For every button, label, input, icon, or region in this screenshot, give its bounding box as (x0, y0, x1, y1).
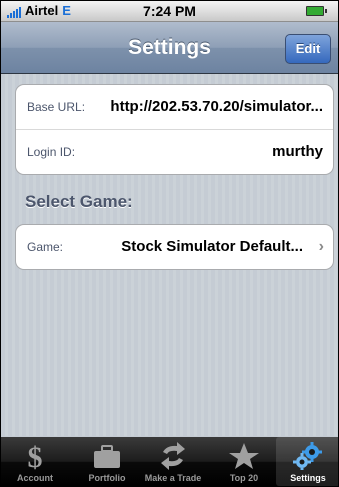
trade-arrows-icon (161, 442, 185, 470)
login-id-label: Login ID: (27, 145, 76, 159)
base-url-value: http://202.53.70.20/simulator... (110, 98, 323, 115)
status-bar: Airtel E 7:24 PM (1, 1, 338, 22)
battery-icon (306, 6, 327, 16)
tab-label: Make a Trade (144, 473, 202, 483)
chevron-right-icon: › (318, 238, 324, 255)
game-settings-group: Game: Stock Simulator Default... › (15, 224, 334, 270)
login-id-value: murthy (272, 143, 323, 160)
star-icon (229, 443, 259, 469)
tab-top-20[interactable]: Top 20 (212, 437, 276, 486)
base-url-label: Base URL: (27, 100, 86, 114)
tab-make-a-trade[interactable]: Make a Trade (141, 437, 205, 486)
game-label: Game: (27, 240, 64, 254)
status-time: 7:24 PM (143, 3, 196, 19)
select-game-heading: Select Game: (25, 192, 133, 211)
login-id-row[interactable]: Login ID: murthy (16, 129, 333, 174)
tab-label: Account (17, 473, 53, 483)
tab-label: Top 20 (229, 473, 259, 483)
briefcase-icon (94, 445, 120, 468)
tab-label: Portfolio (88, 473, 126, 483)
dollar-icon: $ (28, 442, 43, 470)
tab-account[interactable]: $ Account (3, 437, 67, 486)
tab-settings[interactable]: Settings (276, 437, 338, 486)
game-value: Stock Simulator Default... (121, 238, 303, 255)
server-settings-group: Base URL: http://202.53.70.20/simulator.… (15, 84, 334, 175)
tab-portfolio[interactable]: Portfolio (75, 437, 139, 486)
tab-label: Settings (290, 473, 326, 483)
game-row[interactable]: Game: Stock Simulator Default... › (16, 225, 333, 269)
settings-gears-icon (293, 442, 322, 470)
settings-content: Base URL: http://202.53.70.20/simulator.… (1, 74, 338, 436)
edit-button[interactable]: Edit (285, 34, 331, 64)
svg-text:$: $ (28, 442, 43, 470)
phone-screen: Airtel E 7:24 PM Settings Edit Base URL: … (0, 0, 339, 487)
tab-bar: $ Account Portfolio Make a Trade Top 20 (1, 437, 338, 486)
navigation-bar: Settings Edit (1, 22, 338, 74)
base-url-row[interactable]: Base URL: http://202.53.70.20/simulator.… (16, 85, 333, 129)
